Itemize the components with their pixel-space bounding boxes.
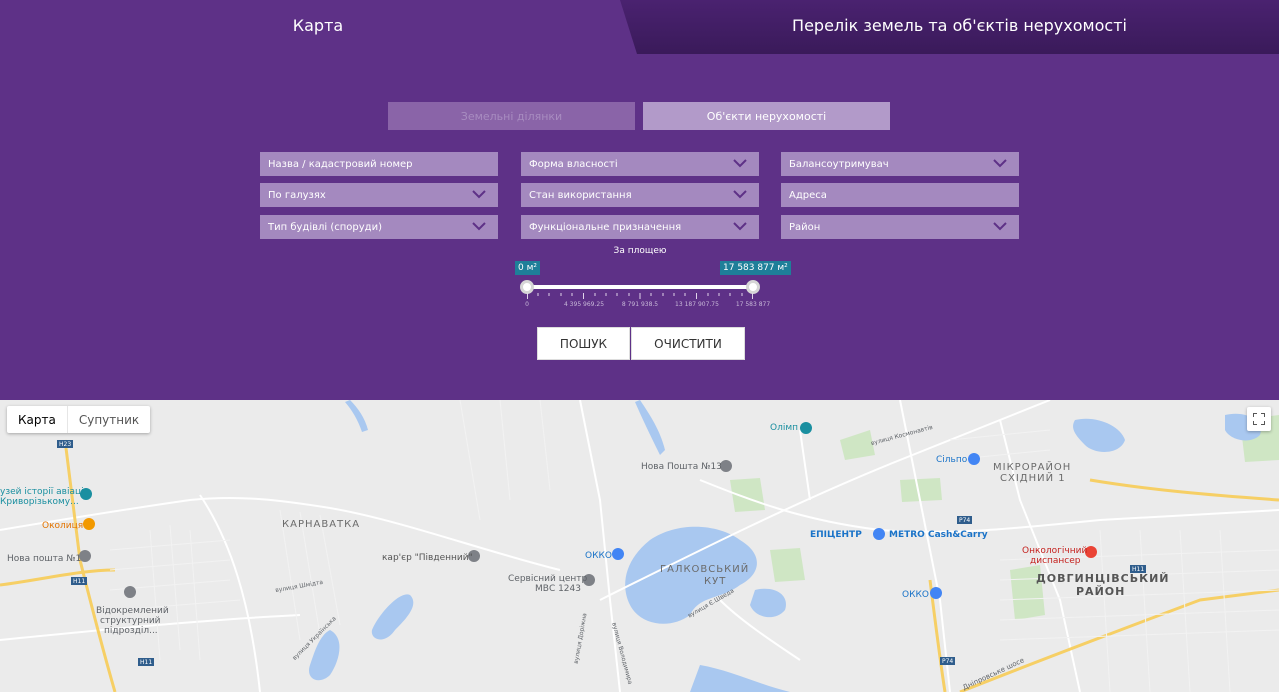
slider-min-handle[interactable] bbox=[520, 280, 534, 294]
tab-list-label: Перелік земель та об'єктів нерухомості bbox=[792, 15, 1127, 35]
industry-select[interactable]: По галузях bbox=[260, 183, 498, 207]
map-label-epicentr: ЕПІЦЕНТР bbox=[810, 530, 862, 540]
tab-map-label: Карта bbox=[292, 15, 344, 35]
chevron-down-icon bbox=[993, 158, 1007, 168]
building-type-select[interactable]: Тип будівлі (споруди) bbox=[260, 215, 498, 239]
epicentr-pin-icon[interactable] bbox=[873, 528, 885, 540]
chevron-down-icon bbox=[993, 221, 1007, 231]
map-type-satellite-button[interactable]: Супутник bbox=[68, 406, 150, 433]
map-label-raion: РАЙОН bbox=[1076, 585, 1126, 598]
map-label-vidokr1: Відокремлений bbox=[96, 606, 169, 616]
road-sign-p74: P74 bbox=[957, 516, 973, 524]
map-label-np1: Нова пошта №1 bbox=[7, 554, 82, 564]
map-label-kar: кар'єр "Південний" bbox=[382, 553, 473, 563]
slider-tick-label: 13 187 907.75 bbox=[675, 301, 719, 308]
map-label-muzei2: Криворізькому... bbox=[0, 497, 79, 507]
map-label-okko2: ОККО bbox=[902, 590, 929, 600]
name-cadastral-input[interactable]: Назва / кадастровий номер bbox=[260, 152, 498, 176]
map-label-skhidnyi: СХІДНИЙ 1 bbox=[1000, 473, 1066, 484]
name-cadastral-placeholder: Назва / кадастровий номер bbox=[268, 158, 413, 170]
map-label-onko1: Онкологічний bbox=[1022, 546, 1088, 556]
chevron-down-icon bbox=[733, 221, 747, 231]
map-type-map-button[interactable]: Карта bbox=[7, 406, 68, 433]
chevron-down-icon bbox=[472, 189, 486, 199]
road-sign-h11: H11 bbox=[138, 658, 155, 666]
district-label: Район bbox=[789, 221, 821, 233]
map-label-olimp: Олімп bbox=[770, 423, 799, 433]
map-label-okko1: ОККО bbox=[585, 551, 612, 561]
purpose-label: Функціональне призначення bbox=[529, 221, 682, 233]
map-label-galkovsky: ГАЛКОВСЬКИЙ bbox=[660, 564, 750, 575]
map-label-kut: КУТ bbox=[704, 576, 727, 587]
map-label-np13: Нова Пошта №13 bbox=[641, 462, 722, 472]
map-label-okolytsia: Околиця bbox=[42, 521, 84, 531]
fullscreen-icon bbox=[1252, 410, 1266, 429]
building-type-label: Тип будівлі (споруди) bbox=[268, 221, 382, 233]
okko1-pin-icon[interactable] bbox=[612, 548, 624, 560]
slider-max-handle[interactable] bbox=[746, 280, 760, 294]
ownership-select[interactable]: Форма власності bbox=[521, 152, 759, 176]
slider-ticks bbox=[527, 293, 753, 299]
okolytsia-pin-icon[interactable] bbox=[83, 518, 95, 530]
map-type-control: Карта Супутник bbox=[7, 406, 151, 433]
map-label-servis2: МВС 1243 bbox=[535, 584, 581, 594]
map-label-dovhyntsivskyi: ДОВГИНЦІВСЬКИЙ bbox=[1036, 572, 1170, 585]
map-view[interactable]: Карта Супутник КАРНАВАТКА ГАЛКОВСЬКИЙ КУ… bbox=[0, 400, 1279, 692]
chevron-down-icon bbox=[472, 221, 486, 231]
slider-tick-label: 0 bbox=[525, 301, 529, 308]
main-tabs: Карта Перелік земель та об'єктів нерухом… bbox=[0, 0, 1279, 54]
tab-map[interactable]: Карта bbox=[0, 0, 636, 54]
area-slider-track[interactable] bbox=[527, 285, 753, 289]
road-sign-p74: P74 bbox=[940, 657, 956, 665]
map-label-mikro: МІКРОРАЙОН bbox=[993, 462, 1072, 473]
chevron-down-icon bbox=[733, 158, 747, 168]
slider-tick-label: 17 583 877 bbox=[735, 301, 771, 308]
usage-select[interactable]: Стан використання bbox=[521, 183, 759, 207]
ownership-label: Форма власності bbox=[529, 158, 618, 170]
okko2-pin-icon[interactable] bbox=[930, 587, 942, 599]
address-placeholder: Адреса bbox=[789, 189, 827, 201]
tab-list[interactable]: Перелік земель та об'єктів нерухомості bbox=[620, 0, 1279, 54]
clear-button[interactable]: ОЧИСТИТИ bbox=[631, 327, 745, 360]
map-label-vidokr2: структурний bbox=[100, 616, 161, 626]
map-label-silpo: Сільпо bbox=[936, 455, 968, 465]
road-sign-h11: H11 bbox=[1130, 565, 1147, 573]
slider-tick-label: 4 395 969.25 bbox=[563, 301, 605, 308]
holder-select[interactable]: Балансоутримувач bbox=[781, 152, 1019, 176]
address-input[interactable]: Адреса bbox=[781, 183, 1019, 207]
olimp-pin-icon[interactable] bbox=[800, 422, 812, 434]
industry-label: По галузях bbox=[268, 189, 326, 201]
segment-real-estate[interactable]: Об'єкти нерухомості bbox=[643, 102, 890, 130]
vidokr-pin-icon[interactable] bbox=[124, 586, 136, 598]
chevron-down-icon bbox=[733, 189, 747, 199]
district-select[interactable]: Район bbox=[781, 215, 1019, 239]
map-label-metro: METRO Cash&Carry bbox=[889, 530, 988, 540]
map-label-karnavatka: КАРНАВАТКА bbox=[282, 519, 361, 530]
silpo-pin-icon[interactable] bbox=[968, 453, 980, 465]
slider-tick-label: 8 791 938.5 bbox=[621, 301, 659, 308]
area-slider-title: За площею bbox=[613, 246, 667, 256]
map-label-servis1: Сервісний центр bbox=[508, 574, 588, 584]
holder-label: Балансоутримувач bbox=[789, 158, 889, 170]
purpose-select[interactable]: Функціональне призначення bbox=[521, 215, 759, 239]
search-button[interactable]: ПОШУК bbox=[537, 327, 630, 360]
map-label-onko2: диспансер bbox=[1030, 556, 1081, 566]
segment-land-plots[interactable]: Земельні ділянки bbox=[388, 102, 635, 130]
slider-min-badge: 0 м² bbox=[515, 261, 540, 275]
road-sign-h23: H23 bbox=[57, 440, 74, 448]
road-sign-h11: H11 bbox=[71, 577, 88, 585]
map-label-muzei1: узей історії авіаці bbox=[0, 487, 84, 497]
map-label-vidokr3: підрозділ... bbox=[104, 626, 158, 636]
usage-label: Стан використання bbox=[529, 189, 632, 201]
slider-max-badge: 17 583 877 м² bbox=[720, 261, 791, 275]
fullscreen-button[interactable] bbox=[1247, 407, 1271, 431]
